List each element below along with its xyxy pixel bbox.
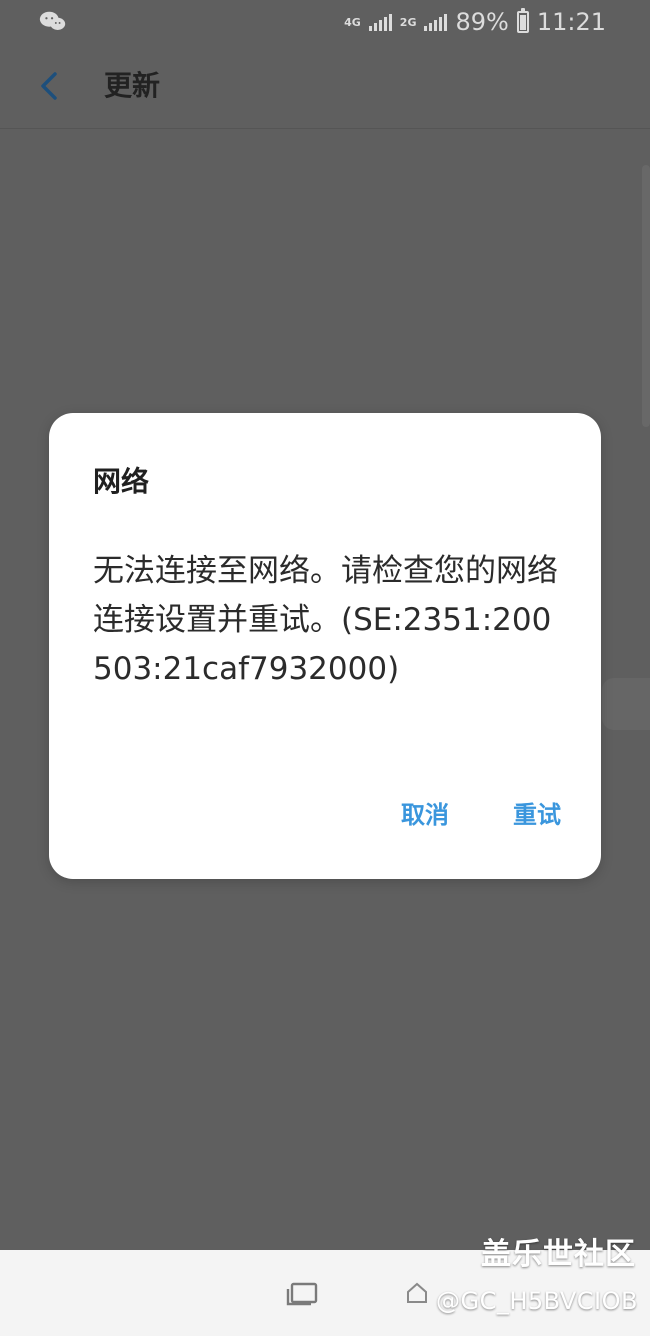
- watermark-title: 盖乐世社区: [481, 1237, 636, 1272]
- battery-percent: 89%: [455, 8, 509, 36]
- dialog-title: 网络: [93, 465, 150, 498]
- network-type-4g: 4G: [344, 15, 361, 29]
- wechat-icon: [38, 8, 68, 36]
- background-panel-edge: [602, 678, 650, 730]
- status-indicators: 4G 2G 89% 11:21: [344, 6, 606, 38]
- back-chevron-icon: [41, 72, 57, 100]
- network-type-2g: 2G: [399, 15, 417, 29]
- recent-apps-button[interactable]: [286, 1280, 322, 1308]
- app-bar: 更新: [0, 44, 650, 129]
- watermark-handle: @GC_H5BVCIOB: [435, 1287, 638, 1315]
- page-title: 更新: [104, 69, 161, 102]
- dialog-message: 无法连接至网络。请检查您的网络连接设置并重试。(SE:2351:200503:2…: [93, 553, 558, 687]
- status-bar: 4G 2G 89% 11:21: [0, 0, 650, 44]
- dialog-actions: 取消 重试: [401, 799, 561, 831]
- retry-button[interactable]: 重试: [513, 799, 561, 831]
- scrollbar[interactable]: [642, 165, 650, 427]
- cancel-button[interactable]: 取消: [401, 799, 449, 831]
- home-icon[interactable]: [404, 1280, 430, 1306]
- signal-icon: [368, 13, 392, 31]
- back-button[interactable]: [32, 68, 68, 104]
- battery-icon: [516, 8, 529, 33]
- network-error-dialog: 网络 无法连接至网络。请检查您的网络连接设置并重试。(SE:2351:20050…: [49, 413, 601, 879]
- status-time: 11:21: [536, 8, 606, 36]
- signal-icon-secondary: [424, 13, 448, 31]
- recent-apps-icon: [286, 1282, 318, 1306]
